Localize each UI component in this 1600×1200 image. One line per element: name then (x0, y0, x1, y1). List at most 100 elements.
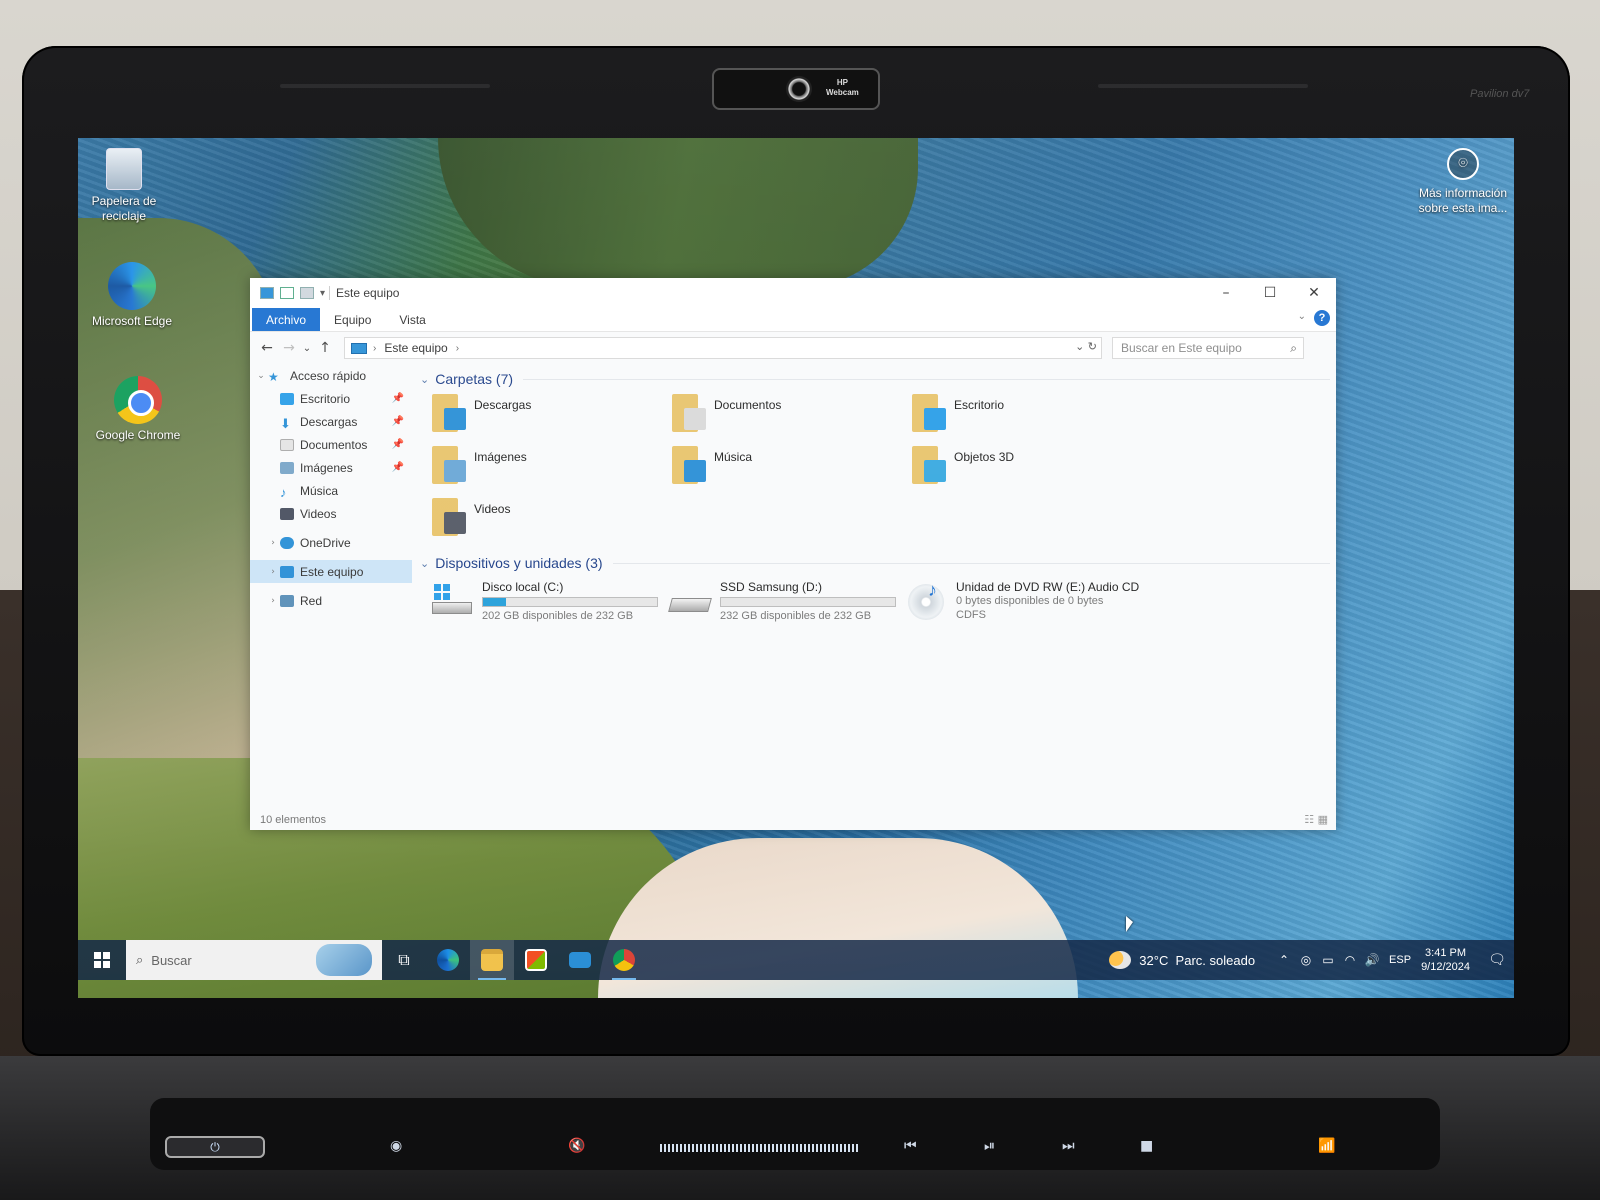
pin-icon[interactable]: 📌 (392, 439, 404, 450)
folder-item[interactable]: Videos (432, 498, 672, 544)
weather-widget[interactable]: 32°C Parc. soleado (1139, 953, 1255, 968)
nav-label: Escritorio (300, 391, 351, 406)
folder-item[interactable]: Descargas (432, 394, 672, 440)
drive-item[interactable]: SSD Samsung (D:) 232 GB disponibles de 2… (668, 580, 906, 630)
meet-icon[interactable]: ◎ (1295, 953, 1317, 967)
next-track-icon[interactable]: ⏭ (1062, 1138, 1075, 1154)
desktop-icon-chrome[interactable]: Google Chrome (86, 376, 190, 443)
search-input[interactable] (1121, 341, 1281, 355)
view-toggle-icons[interactable]: ☷ ▦ (1304, 813, 1328, 826)
nav-item-escritorio[interactable]: Escritorio 📌 (250, 387, 412, 410)
desktop-icon-edge[interactable]: Microsoft Edge (80, 262, 184, 329)
tab-vista[interactable]: Vista (385, 308, 439, 331)
tab-equipo[interactable]: Equipo (320, 308, 385, 331)
power-button[interactable]: ⏻ (165, 1136, 265, 1158)
search-icon[interactable]: ⌕ (1290, 341, 1297, 356)
folder-item[interactable]: Música (672, 446, 912, 492)
pin-icon[interactable]: 📌 (392, 462, 404, 473)
drive-item[interactable]: ♪ Unidad de DVD RW (E:) Audio CD 0 bytes… (906, 580, 1206, 630)
nav-onedrive[interactable]: › OneDrive (250, 531, 412, 554)
recent-locations-icon[interactable]: ⌄ (300, 343, 314, 354)
chevron-down-icon[interactable]: ⌄ (420, 557, 429, 570)
refresh-icon[interactable]: ⌄ ↻ (1075, 340, 1097, 353)
drive-item[interactable]: Disco local (C:) 202 GB disponibles de 2… (432, 580, 670, 630)
taskbar-store[interactable] (514, 940, 558, 980)
folder-item[interactable]: Objetos 3D (912, 446, 1152, 492)
expand-caret-icon[interactable]: › (266, 538, 280, 548)
nav-quick-access[interactable]: ⌄ ★ Acceso rápido (250, 364, 412, 387)
forward-button[interactable]: → (278, 340, 300, 356)
clock[interactable]: 3:41 PM 9/12/2024 (1421, 946, 1470, 974)
nav-item-musica[interactable]: ♪ Música (250, 479, 412, 502)
tab-archivo[interactable]: Archivo (252, 308, 321, 331)
taskbar-search-input[interactable] (151, 952, 312, 968)
minimize-button[interactable]: – (1204, 278, 1248, 308)
properties-icon[interactable] (280, 287, 294, 299)
nav-item-descargas[interactable]: ⬇ Descargas 📌 (250, 410, 412, 433)
audio-cd-icon: ♪ (906, 580, 948, 620)
breadcrumb-chevron-icon[interactable]: › (456, 343, 459, 354)
expand-caret-icon[interactable]: › (266, 596, 280, 606)
speaker-icon[interactable]: 🔊 (1361, 953, 1383, 967)
stop-icon[interactable]: ■ (1140, 1138, 1153, 1154)
hard-drive-icon (668, 584, 712, 616)
wifi-icon[interactable]: ◠ (1339, 953, 1361, 967)
wireless-icon[interactable]: 📶 (1318, 1138, 1335, 1154)
folder-grid: Descargas Documentos Escritorio Imágenes… (432, 394, 1330, 544)
nav-item-imagenes[interactable]: Imágenes 📌 (250, 456, 412, 479)
notifications-icon[interactable]: 🗨 (1480, 952, 1514, 968)
nav-item-documentos[interactable]: Documentos 📌 (250, 433, 412, 456)
previous-track-icon[interactable]: ⏮ (904, 1138, 917, 1154)
taskbar-chrome[interactable] (602, 940, 646, 980)
play-pause-icon[interactable]: ⏯ (984, 1138, 995, 1154)
nav-item-videos[interactable]: Videos (250, 502, 412, 525)
quick-access-toolbar-dropdown-icon[interactable]: ▾ (320, 288, 325, 299)
breadcrumb[interactable]: Este equipo (384, 341, 447, 355)
up-button[interactable]: ↑ (314, 340, 336, 356)
devices-group-header[interactable]: ⌄ Dispositivos y unidades (3) (420, 552, 1330, 574)
maximize-button[interactable]: ☐ (1248, 278, 1292, 308)
chevron-up-icon[interactable]: ⌃ (1273, 953, 1295, 967)
drive-name: SSD Samsung (D:) (720, 580, 823, 594)
breadcrumb-chevron-icon[interactable]: › (373, 343, 376, 354)
taskbar-file-explorer[interactable] (470, 940, 514, 980)
drive-free-space: 232 GB disponibles de 232 GB (720, 610, 872, 622)
taskbar-search-box[interactable]: ⌕ (126, 940, 382, 980)
new-folder-icon[interactable] (300, 287, 314, 299)
search-box[interactable]: ⌕ (1112, 337, 1304, 359)
collapse-caret-icon[interactable]: ⌄ (254, 371, 268, 381)
folder-item[interactable]: Documentos (672, 394, 912, 440)
pin-icon[interactable]: 📌 (392, 393, 404, 404)
desktop-icon-recycle-bin[interactable]: Papelera de reciclaje (78, 148, 176, 224)
screen: Papelera de reciclaje Microsoft Edge Goo… (78, 138, 1514, 998)
taskbar-mail[interactable] (558, 940, 602, 980)
mute-icon[interactable]: 🔇 (568, 1138, 585, 1154)
start-button[interactable] (78, 940, 126, 980)
windows-logo-icon (94, 952, 110, 968)
expand-caret-icon[interactable]: › (266, 567, 280, 577)
taskbar-edge[interactable] (426, 940, 470, 980)
expand-ribbon-icon[interactable]: ⌄ (1298, 311, 1306, 322)
wallpaper-info-button[interactable]: ⌾ Más información sobre esta ima... (1411, 148, 1514, 216)
task-view-button[interactable]: ⧉ (382, 940, 426, 980)
help-icon[interactable]: ? (1314, 310, 1330, 326)
drive-name: Unidad de DVD RW (E:) Audio CD (956, 580, 1140, 594)
folder-item[interactable]: Imágenes (432, 446, 672, 492)
address-field[interactable]: › Este equipo › ⌄ ↻ (344, 337, 1102, 359)
folder-item[interactable]: Escritorio (912, 394, 1152, 440)
battery-icon[interactable]: ▭ (1317, 953, 1339, 967)
folders-group-header[interactable]: ⌄ Carpetas (7) (420, 368, 1330, 390)
close-button[interactable]: ✕ (1292, 278, 1336, 308)
back-button[interactable]: ← (256, 340, 278, 356)
pin-icon[interactable]: 📌 (392, 416, 404, 427)
nav-this-pc[interactable]: › Este equipo (250, 560, 412, 583)
nav-network[interactable]: › Red (250, 589, 412, 612)
volume-slider[interactable] (660, 1144, 860, 1152)
title-bar[interactable]: ▾ Este equipo – ☐ ✕ (250, 278, 1336, 308)
language-indicator[interactable]: ESP (1389, 954, 1411, 966)
weather-icon[interactable] (1109, 951, 1132, 969)
chevron-down-icon[interactable]: ⌄ (420, 373, 429, 386)
divider (612, 562, 1330, 564)
video-icon (280, 507, 294, 520)
quickplay-icon[interactable]: ◉ (390, 1138, 402, 1154)
